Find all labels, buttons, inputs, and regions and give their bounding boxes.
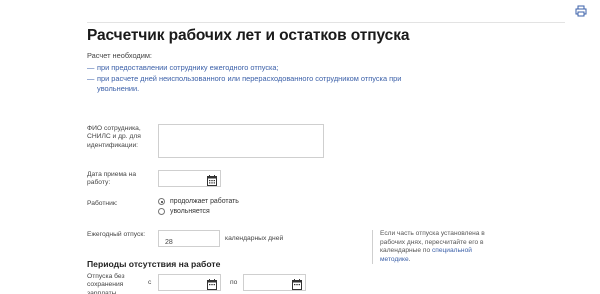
calendar-icon[interactable] <box>292 277 302 290</box>
page-title: Расчетчик рабочих лет и остатков отпуска <box>87 27 410 44</box>
link-annual-leave[interactable]: при предоставлении сотруднику ежегодного… <box>97 63 279 74</box>
annual-leave-field <box>158 230 220 250</box>
radio-label: продолжает работать <box>170 198 239 205</box>
fio-label: ФИО сотрудника, СНИЛС и др. для идентифи… <box>87 125 141 149</box>
absence-to-field <box>243 274 306 294</box>
leave-units: календарных дней <box>225 235 284 242</box>
radio-label: увольняется <box>170 208 210 215</box>
annual-leave-label: Ежегодный отпуск: <box>87 231 146 238</box>
hire-date-field <box>158 170 221 190</box>
to-label: по <box>230 279 238 286</box>
hire-date-label: Дата приема на работу: <box>87 171 137 187</box>
header-divider <box>87 22 565 23</box>
radio-checked-icon[interactable] <box>158 198 165 205</box>
intro-text: Расчет необходим: <box>87 51 152 60</box>
annual-leave-input[interactable] <box>159 235 219 250</box>
fio-field[interactable] <box>158 124 324 158</box>
radio-dismissed[interactable]: увольняется <box>158 208 210 215</box>
calendar-icon[interactable] <box>207 277 217 290</box>
from-label: с <box>148 279 152 286</box>
radio-continues-working[interactable]: продолжает работать <box>158 198 239 205</box>
leave-hint: Если часть отпуска установлена в рабочих… <box>372 230 502 265</box>
list-item: — при расчете дней неиспользованного или… <box>87 74 437 95</box>
unpaid-leave-label: Отпуска без сохранения зарплаты <box>87 273 125 294</box>
radio-unchecked-icon[interactable] <box>158 208 165 215</box>
purpose-list: — при предоставлении сотруднику ежегодно… <box>87 63 437 95</box>
print-icon[interactable] <box>575 5 587 17</box>
hint-tail: . <box>408 255 411 263</box>
dash: — <box>87 73 95 83</box>
absence-heading: Периоды отсутствия на работе <box>87 259 221 269</box>
calendar-icon[interactable] <box>207 173 217 186</box>
link-dismissal[interactable]: при расчете дней неиспользованного или п… <box>97 74 437 95</box>
dash: — <box>87 63 95 72</box>
absence-from-field <box>158 274 221 294</box>
list-item: — при предоставлении сотруднику ежегодно… <box>87 63 437 74</box>
worker-label: Работник: <box>87 200 118 207</box>
